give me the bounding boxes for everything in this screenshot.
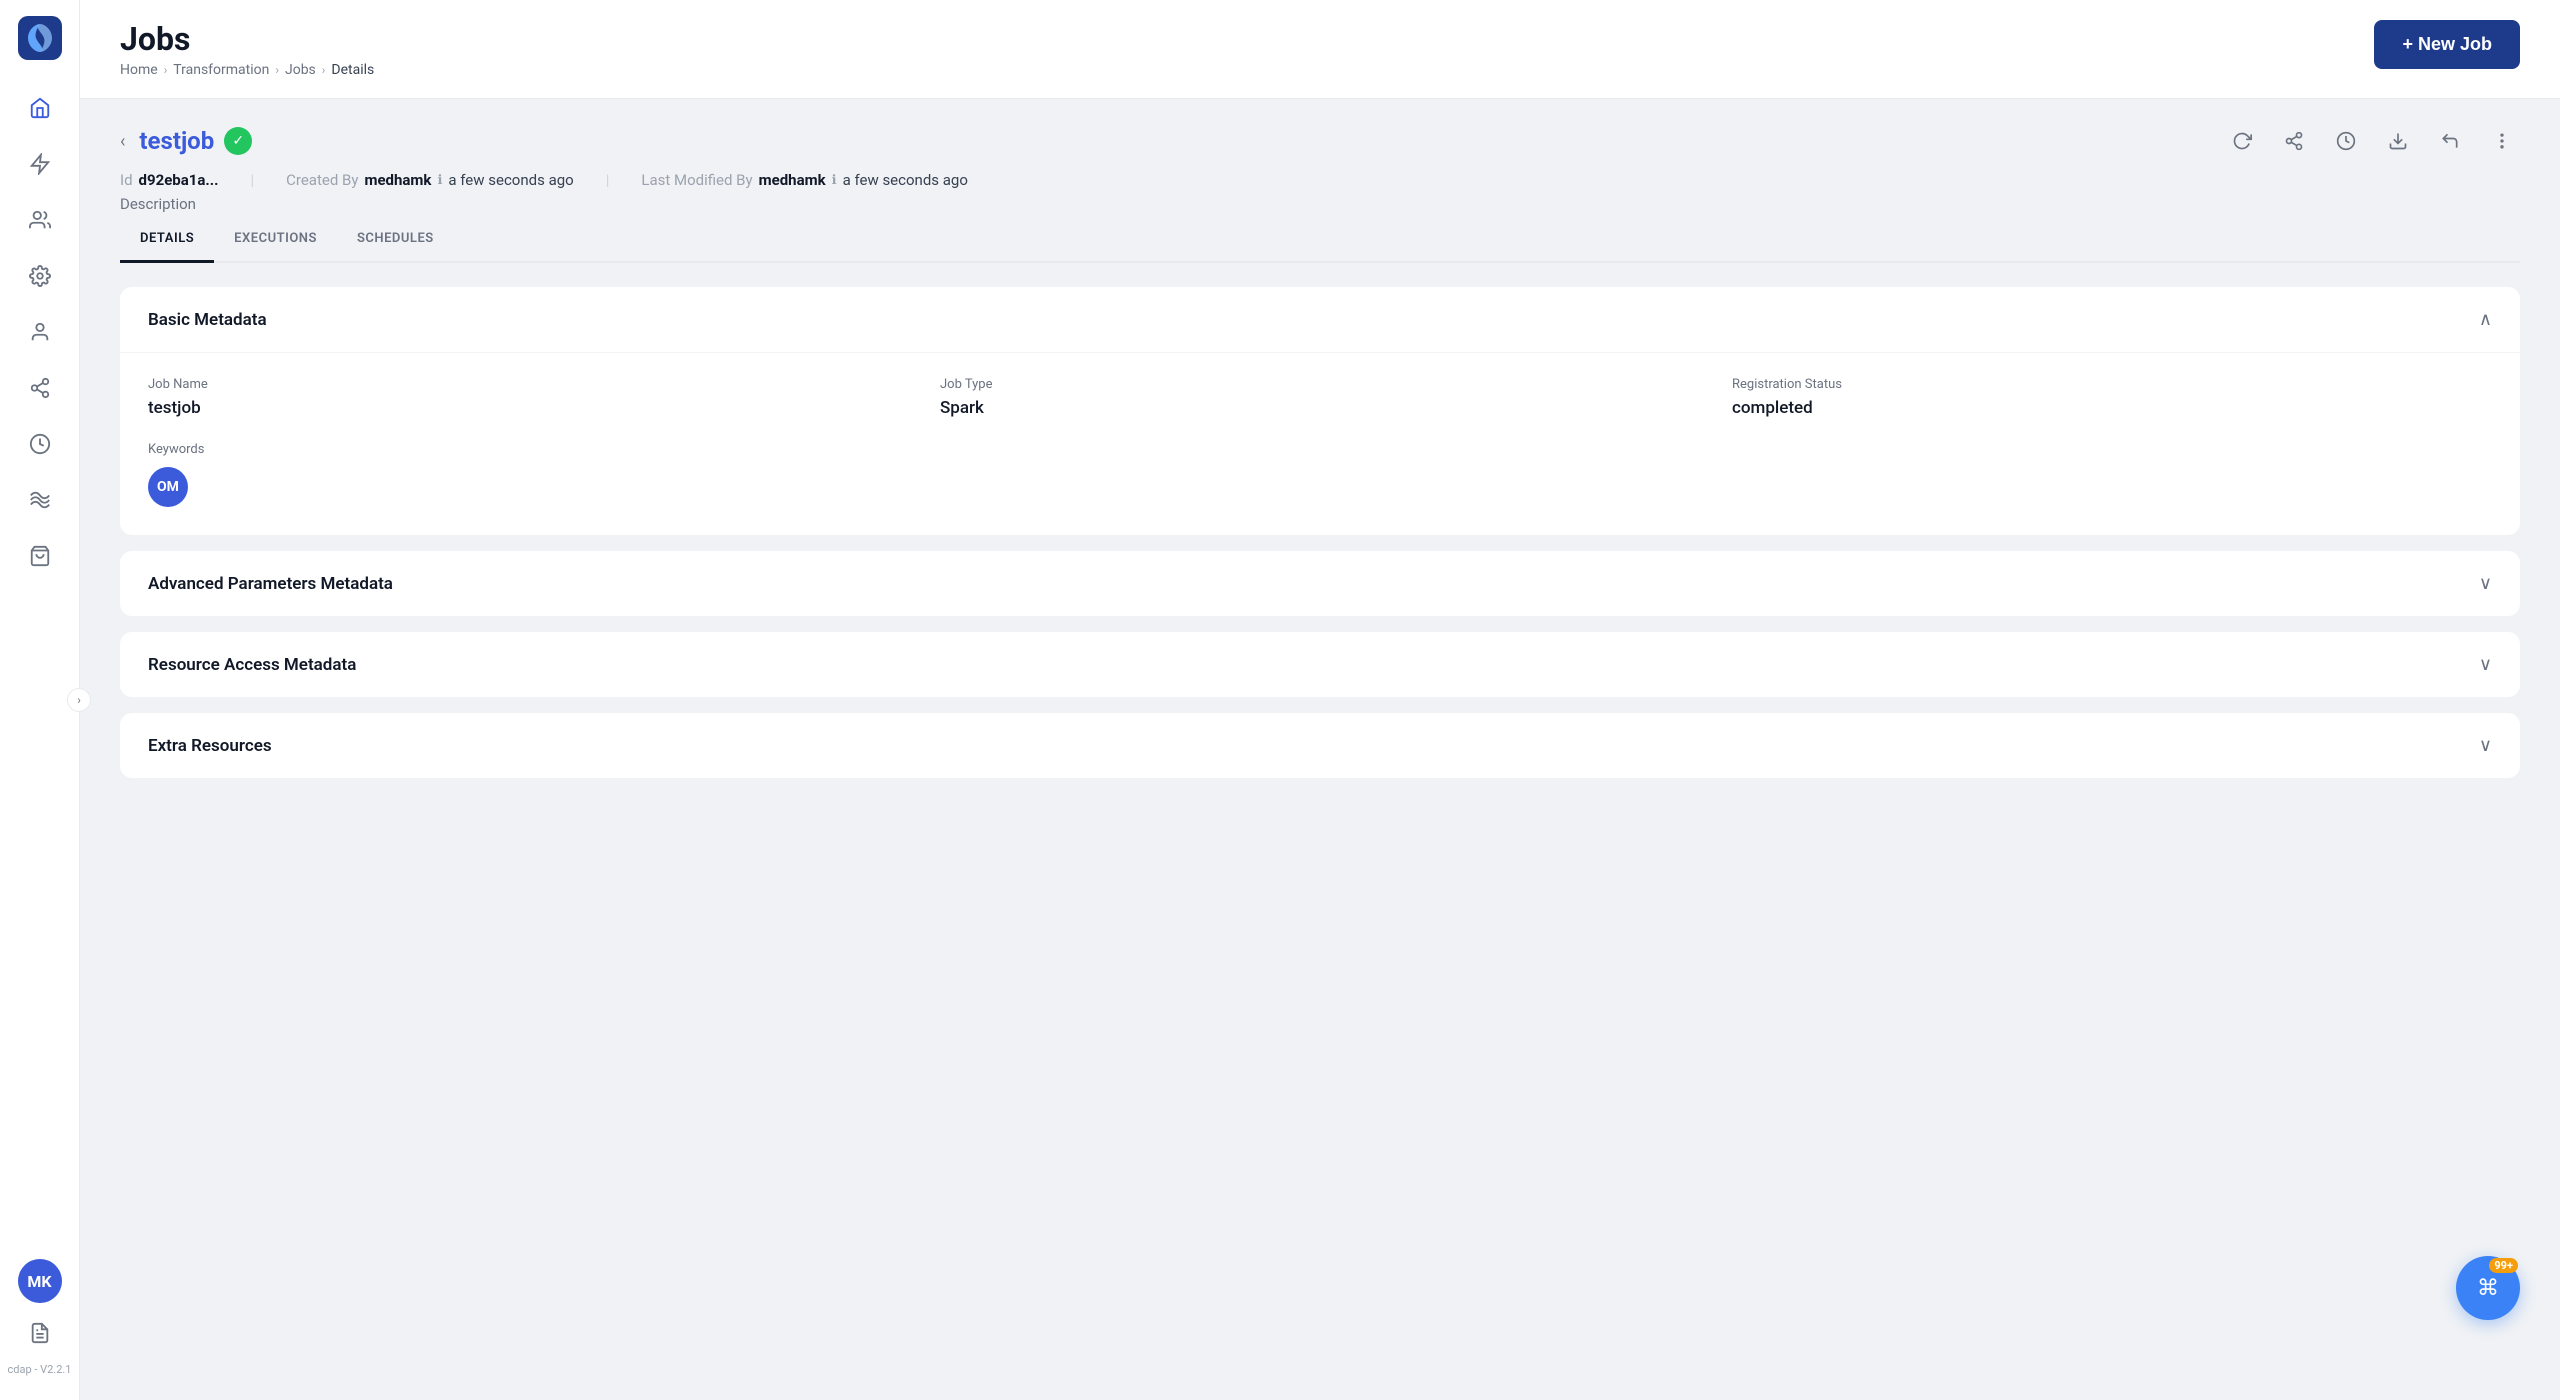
created-info-icon: ℹ — [437, 173, 442, 188]
sidebar: › MK cdap - V2.2.1 — [0, 0, 80, 1400]
keyword-badge[interactable]: OM — [148, 467, 188, 507]
meta-id-label: Id — [120, 171, 133, 189]
extra-resources-title: Extra Resources — [148, 736, 272, 756]
job-title-row: ‹ testjob ✓ — [120, 127, 252, 155]
keywords-row: Keywords OM — [148, 442, 2492, 507]
advanced-params-chevron: ∨ — [2479, 573, 2492, 594]
sidebar-item-users[interactable] — [16, 196, 64, 244]
user-avatar[interactable]: MK — [18, 1259, 62, 1303]
back-button[interactable]: ‹ — [120, 131, 125, 152]
header-left: Jobs Home › Transformation › Jobs › Deta… — [120, 20, 374, 78]
extra-resources-header[interactable]: Extra Resources ∨ — [120, 713, 2520, 778]
app-version: cdap - V2.2.1 — [8, 1363, 72, 1384]
notification-badge[interactable]: ⌘ 99+ — [2456, 1256, 2520, 1320]
field-job-type-value: Spark — [940, 398, 1700, 418]
breadcrumb-jobs[interactable]: Jobs — [285, 62, 316, 78]
meta-id: Id d92eba1a... — [120, 171, 218, 189]
extra-resources-section: Extra Resources ∨ — [120, 713, 2520, 778]
notification-count: 99+ — [2489, 1258, 2518, 1273]
field-job-name: Job Name testjob — [148, 377, 908, 418]
breadcrumb-sep-3: › — [322, 63, 326, 77]
meta-created-time: a few seconds ago — [448, 171, 573, 189]
meta-modified-label: Last Modified By — [641, 171, 752, 189]
basic-metadata-section: Basic Metadata ∧ Job Name testjob Job Ty… — [120, 287, 2520, 535]
sidebar-expand-btn[interactable]: › — [67, 688, 91, 712]
basic-metadata-body: Job Name testjob Job Type Spark Registra… — [120, 352, 2520, 535]
job-status-icon: ✓ — [224, 127, 252, 155]
meta-created-label: Created By — [286, 171, 358, 189]
sidebar-item-filter[interactable] — [16, 140, 64, 188]
meta-sep-1: | — [250, 171, 254, 189]
job-header: ‹ testjob ✓ — [120, 123, 2520, 159]
sidebar-item-home[interactable] — [16, 84, 64, 132]
field-registration-status: Registration Status completed — [1732, 377, 2492, 418]
basic-metadata-chevron: ∧ — [2479, 309, 2492, 330]
job-actions — [2224, 123, 2520, 159]
meta-created: Created By medhamk ℹ a few seconds ago — [286, 171, 574, 189]
breadcrumb-details: Details — [331, 62, 374, 78]
field-job-name-label: Job Name — [148, 377, 908, 392]
job-description-label: Description — [120, 195, 2520, 213]
meta-modified: Last Modified By medhamk ℹ a few seconds… — [641, 171, 968, 189]
refresh-icon[interactable] — [2224, 123, 2260, 159]
keywords-label: Keywords — [148, 442, 2492, 457]
breadcrumb-transformation[interactable]: Transformation — [173, 62, 269, 78]
breadcrumb-sep-1: › — [164, 63, 168, 77]
advanced-params-title: Advanced Parameters Metadata — [148, 574, 393, 594]
sidebar-item-settings[interactable] — [16, 252, 64, 300]
tab-schedules[interactable]: SCHEDULES — [337, 217, 454, 263]
docs-icon[interactable] — [18, 1311, 62, 1355]
meta-id-value: d92eba1a... — [139, 171, 219, 189]
extra-resources-chevron: ∨ — [2479, 735, 2492, 756]
app-logo[interactable] — [18, 16, 62, 60]
meta-modified-time: a few seconds ago — [843, 171, 968, 189]
field-job-name-value: testjob — [148, 398, 908, 418]
job-name: testjob — [139, 127, 214, 155]
main-area: Jobs Home › Transformation › Jobs › Deta… — [80, 0, 2560, 1400]
basic-metadata-title: Basic Metadata — [148, 310, 267, 330]
resource-access-title: Resource Access Metadata — [148, 655, 356, 675]
resource-access-header[interactable]: Resource Access Metadata ∨ — [120, 632, 2520, 697]
sidebar-item-clock[interactable] — [16, 420, 64, 468]
field-reg-status-value: completed — [1732, 398, 2492, 418]
basic-metadata-header[interactable]: Basic Metadata ∧ — [120, 287, 2520, 352]
basic-fields-row: Job Name testjob Job Type Spark Registra… — [148, 377, 2492, 418]
share-icon[interactable] — [2276, 123, 2312, 159]
breadcrumb: Home › Transformation › Jobs › Details — [120, 62, 374, 78]
page-header: Jobs Home › Transformation › Jobs › Deta… — [80, 0, 2560, 99]
job-panel: ‹ testjob ✓ — [80, 99, 2560, 818]
sidebar-item-waves[interactable] — [16, 476, 64, 524]
resource-access-section: Resource Access Metadata ∨ — [120, 632, 2520, 697]
modified-info-icon: ℹ — [832, 173, 837, 188]
notification-icon: ⌘ — [2477, 1276, 2499, 1301]
sidebar-item-bag[interactable] — [16, 532, 64, 580]
content-area: ‹ testjob ✓ — [80, 99, 2560, 1400]
meta-sep-2: | — [606, 171, 610, 189]
job-meta: Id d92eba1a... | Created By medhamk ℹ a … — [120, 171, 2520, 189]
field-job-type: Job Type Spark — [940, 377, 1700, 418]
more-icon[interactable] — [2484, 123, 2520, 159]
undo-icon[interactable] — [2432, 123, 2468, 159]
history-icon[interactable] — [2328, 123, 2364, 159]
sidebar-item-person[interactable] — [16, 308, 64, 356]
field-job-type-label: Job Type — [940, 377, 1700, 392]
advanced-params-section: Advanced Parameters Metadata ∨ — [120, 551, 2520, 616]
advanced-params-header[interactable]: Advanced Parameters Metadata ∨ — [120, 551, 2520, 616]
tab-details[interactable]: DETAILS — [120, 217, 214, 263]
tabs-bar: DETAILS EXECUTIONS SCHEDULES — [120, 217, 2520, 263]
field-reg-status-label: Registration Status — [1732, 377, 2492, 392]
resource-access-chevron: ∨ — [2479, 654, 2492, 675]
page-title: Jobs — [120, 20, 374, 58]
breadcrumb-home[interactable]: Home — [120, 62, 158, 78]
breadcrumb-sep-2: › — [275, 63, 279, 77]
download-icon[interactable] — [2380, 123, 2416, 159]
new-job-button[interactable]: + New Job — [2374, 20, 2520, 69]
tab-executions[interactable]: EXECUTIONS — [214, 217, 337, 263]
sidebar-item-connections[interactable] — [16, 364, 64, 412]
meta-modified-by: medhamk — [759, 171, 826, 189]
meta-created-by: medhamk — [364, 171, 431, 189]
